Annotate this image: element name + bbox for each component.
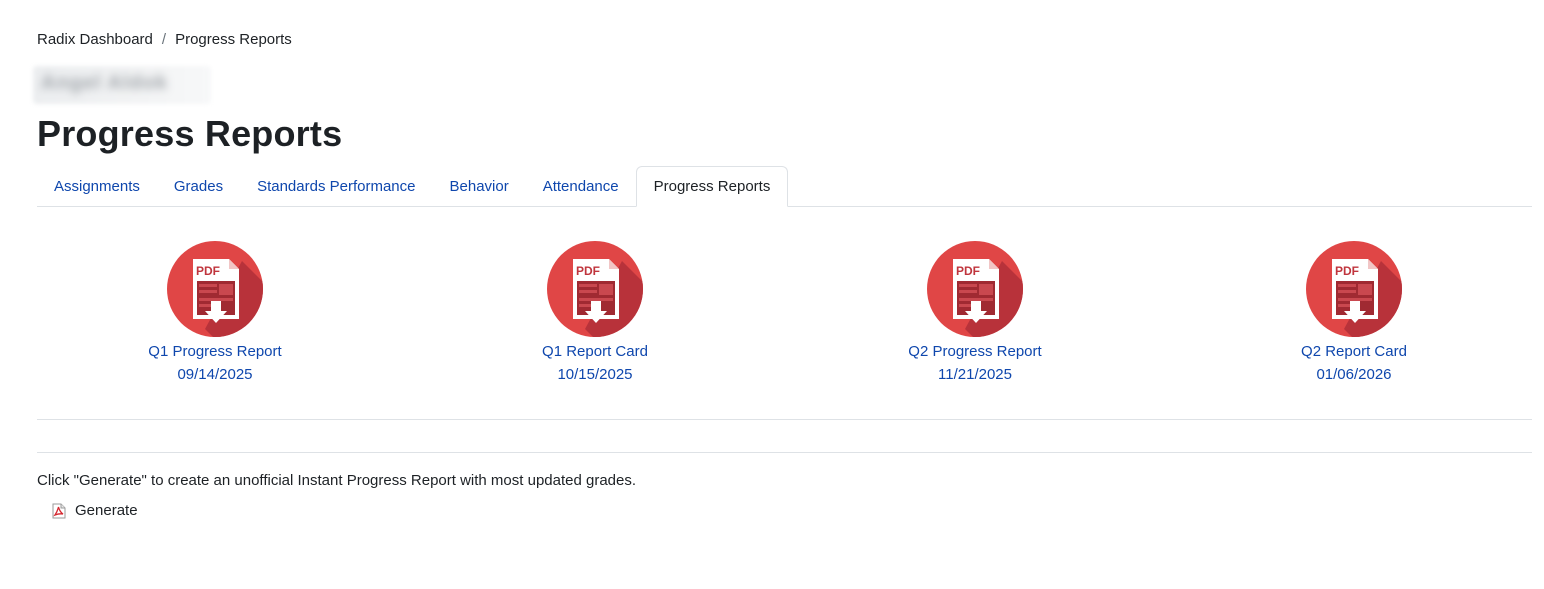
report-item-q1-report-card[interactable]: PDF Q1 Report Card 10/15/2025	[405, 241, 785, 386]
report-item-q2-report-card[interactable]: PDF Q2 Report Card 01/06/2026	[1164, 241, 1544, 386]
breadcrumb: Radix Dashboard / Progress Reports	[37, 31, 292, 48]
breadcrumb-separator: /	[161, 31, 167, 48]
pdf-icon-text: PDF	[1335, 264, 1359, 278]
pdf-download-icon[interactable]: PDF	[1306, 241, 1402, 337]
pdf-file-icon	[51, 503, 67, 519]
report-list: PDF Q1 Progress Report 09/14/2025 PDF Q1…	[25, 241, 1544, 391]
progress-reports-page: Radix Dashboard / Progress Reports Angel…	[0, 0, 1544, 589]
report-date[interactable]: 11/21/2025	[785, 364, 1165, 386]
report-label[interactable]: Q1 Report Card	[405, 341, 785, 363]
report-label[interactable]: Q1 Progress Report	[25, 341, 405, 363]
instant-report-instructions: Click "Generate" to create an unofficial…	[37, 472, 637, 489]
tab-grades[interactable]: Grades	[157, 167, 240, 206]
tab-assignments[interactable]: Assignments	[37, 167, 157, 206]
tab-progress-reports[interactable]: Progress Reports	[635, 166, 789, 207]
breadcrumb-current: Progress Reports	[175, 31, 292, 48]
tab-behavior[interactable]: Behavior	[433, 167, 526, 206]
generate-label[interactable]: Generate	[75, 502, 138, 519]
tab-bar: Assignments Grades Standards Performance…	[37, 166, 1532, 207]
report-item-q1-progress-report[interactable]: PDF Q1 Progress Report 09/14/2025	[25, 241, 405, 386]
report-label[interactable]: Q2 Report Card	[1164, 341, 1544, 363]
section-divider	[37, 419, 1532, 420]
section-divider	[37, 452, 1532, 453]
pdf-download-icon[interactable]: PDF	[547, 241, 643, 337]
pdf-download-icon[interactable]: PDF	[927, 241, 1023, 337]
breadcrumb-home-link[interactable]: Radix Dashboard	[37, 31, 153, 48]
pdf-download-icon[interactable]: PDF	[167, 241, 263, 337]
pdf-icon-text: PDF	[576, 264, 600, 278]
generate-button[interactable]: Generate	[51, 502, 138, 519]
tab-standards-performance[interactable]: Standards Performance	[240, 167, 432, 206]
student-name: Angel Aldok	[41, 72, 168, 94]
student-name-redacted: Angel Aldok	[33, 66, 211, 104]
report-date[interactable]: 01/06/2026	[1164, 364, 1544, 386]
report-date[interactable]: 10/15/2025	[405, 364, 785, 386]
page-title: Progress Reports	[37, 113, 343, 154]
pdf-icon-text: PDF	[196, 264, 220, 278]
report-item-q2-progress-report[interactable]: PDF Q2 Progress Report 11/21/2025	[785, 241, 1165, 386]
tab-attendance[interactable]: Attendance	[526, 167, 636, 206]
pdf-icon-text: PDF	[956, 264, 980, 278]
report-date[interactable]: 09/14/2025	[25, 364, 405, 386]
report-label[interactable]: Q2 Progress Report	[785, 341, 1165, 363]
